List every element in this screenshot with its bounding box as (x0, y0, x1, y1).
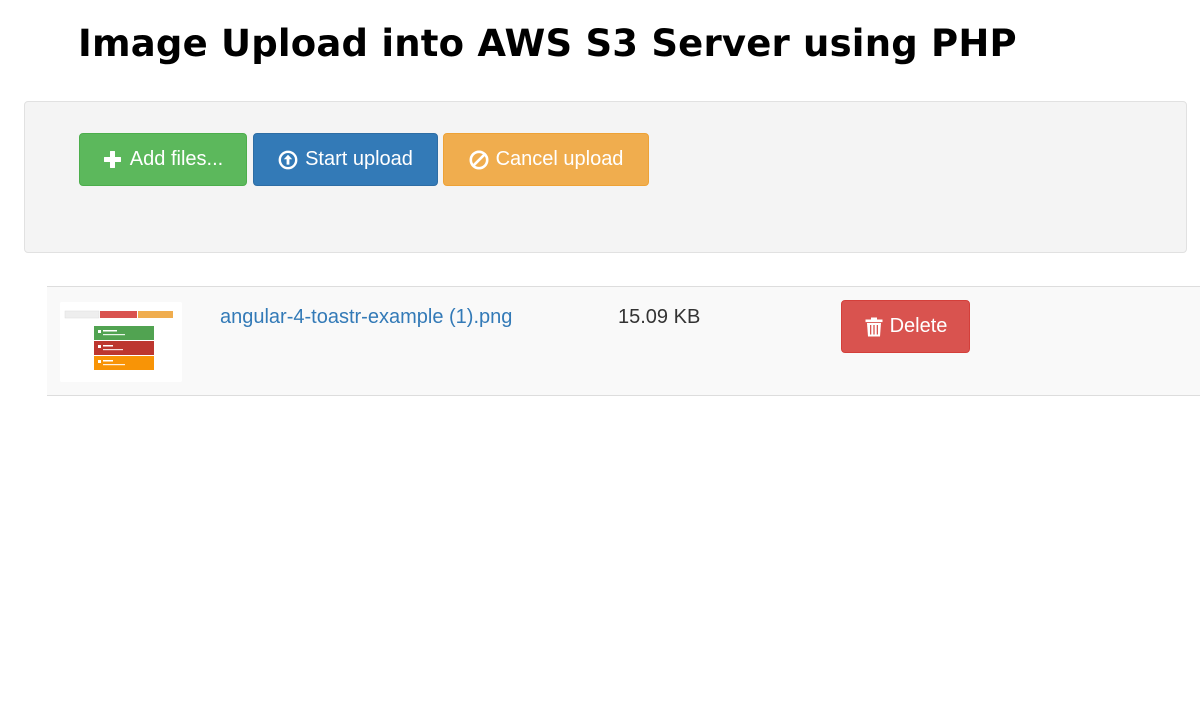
trash-icon (864, 317, 884, 337)
delete-button[interactable]: Delete (841, 300, 970, 353)
start-upload-button[interactable]: Start upload (253, 133, 438, 186)
add-files-label: Add files... (129, 148, 224, 170)
files-table: angular-4-toastr-example (1).png 15.09 K… (47, 286, 1200, 396)
start-upload-label: Start upload (305, 148, 413, 170)
cancel-upload-label: Cancel upload (495, 148, 624, 170)
plus-icon (103, 150, 123, 170)
cancel-upload-button[interactable]: Cancel upload (443, 133, 649, 186)
file-name-link[interactable]: angular-4-toastr-example (1).png (220, 306, 512, 329)
page-title: Image Upload into AWS S3 Server using PH… (78, 22, 1017, 65)
file-thumbnail[interactable] (60, 302, 182, 382)
add-files-button[interactable]: Add files... (79, 133, 247, 186)
page: Image Upload into AWS S3 Server using PH… (0, 0, 1200, 702)
delete-label: Delete (889, 315, 948, 337)
ban-icon (469, 150, 489, 170)
file-size: 15.09 KB (618, 306, 701, 328)
circle-arrow-up-icon (278, 150, 298, 170)
upload-toolbar: Add files... Start upload Cancel upload (24, 101, 1187, 253)
